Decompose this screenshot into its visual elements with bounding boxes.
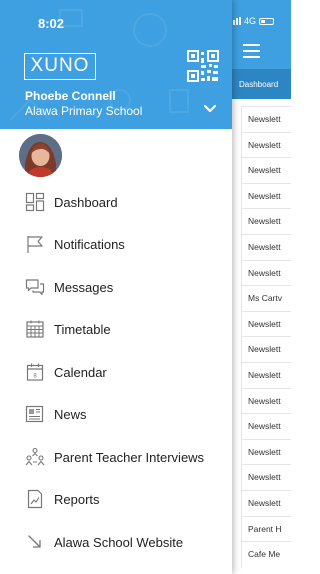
list-item[interactable]: Newslett — [241, 208, 291, 234]
chevron-down-icon[interactable] — [203, 104, 217, 114]
background-app-header — [232, 0, 291, 69]
tab-dashboard-label: Dashboard — [239, 80, 279, 89]
menu-item-notifications[interactable]: Notifications — [0, 224, 232, 264]
dashboard-icon — [25, 192, 45, 212]
list-item[interactable]: Newslett — [241, 259, 291, 286]
school-selector[interactable]: Alawa Primary School — [25, 104, 142, 118]
news-icon — [25, 405, 44, 423]
user-name: Phoebe Connell — [25, 89, 116, 103]
external-link-icon — [28, 535, 41, 548]
background-news-list: Newslett Newslett Newslett Newslett News… — [241, 106, 291, 567]
list-item[interactable]: Newslett — [241, 489, 291, 516]
calendar-icon: 8 — [26, 363, 44, 381]
menu-item-label: Parent Teacher Interviews — [54, 449, 205, 465]
list-item[interactable]: Newslett — [241, 131, 291, 158]
hamburger-menu-icon[interactable] — [243, 44, 260, 58]
menu-item-school-website[interactable]: Alawa School Website — [0, 522, 232, 562]
navigation-drawer: 8:02 XUNO Phoebe Connell Alawa Primary S… — [0, 0, 232, 574]
menu-item-timetable[interactable]: Timetable — [0, 309, 232, 349]
menu-item-messages[interactable]: Messages — [0, 267, 232, 307]
menu-item-label: Reports — [54, 491, 100, 507]
list-item[interactable]: Newslett — [241, 387, 291, 414]
list-item[interactable]: Newslett — [241, 233, 291, 260]
menu-item-label: Messages — [54, 279, 114, 295]
status-indicators: 4G — [230, 14, 275, 28]
menu-item-label: Dashboard — [54, 194, 118, 210]
list-item[interactable]: Newslett — [241, 361, 291, 388]
list-item[interactable]: Newslett — [241, 336, 291, 362]
menu-item-news[interactable]: News — [0, 394, 232, 434]
menu-item-dashboard[interactable]: Dashboard — [0, 182, 232, 222]
xuno-logo: XUNO — [24, 53, 96, 80]
menu-item-label: Notifications — [54, 236, 125, 252]
list-item[interactable]: Ms Cartv — [241, 285, 291, 311]
list-item[interactable]: Parent H — [241, 515, 291, 542]
messages-icon — [25, 279, 45, 296]
menu-item-label: Alawa School Website — [54, 534, 184, 550]
status-time: 8:02 — [38, 16, 65, 31]
menu-item-reports[interactable]: Reports — [0, 479, 232, 519]
list-item[interactable]: Newslett — [241, 438, 291, 465]
reports-icon — [27, 489, 43, 509]
svg-text:8: 8 — [33, 374, 37, 380]
list-item[interactable]: Newslett — [241, 464, 291, 490]
battery-icon — [259, 17, 275, 25]
list-item[interactable]: Newslett — [241, 310, 291, 337]
list-item[interactable]: Newslett — [241, 182, 291, 209]
timetable-icon — [26, 320, 44, 338]
menu-item-parent-teacher-interviews[interactable]: Parent Teacher Interviews — [0, 437, 232, 477]
list-item[interactable]: Newslett — [241, 413, 291, 439]
menu-item-label: Timetable — [54, 321, 111, 337]
qr-code-icon[interactable] — [187, 50, 219, 82]
interviews-icon — [25, 447, 45, 466]
tab-dashboard[interactable]: Dashboard — [232, 69, 291, 99]
menu-item-label: Calendar — [54, 364, 107, 380]
flag-icon — [27, 236, 43, 253]
list-item[interactable]: Newslett — [241, 157, 291, 183]
network-type: 4G — [244, 16, 257, 26]
list-item[interactable]: Newslett — [241, 106, 291, 132]
avatar[interactable] — [19, 134, 62, 177]
drawer-header: 8:02 XUNO Phoebe Connell Alawa Primary S… — [0, 0, 232, 129]
list-item[interactable]: Cafe Me — [241, 541, 291, 567]
menu-item-calendar[interactable]: 8 Calendar — [0, 352, 232, 392]
menu-item-label: News — [54, 406, 87, 422]
